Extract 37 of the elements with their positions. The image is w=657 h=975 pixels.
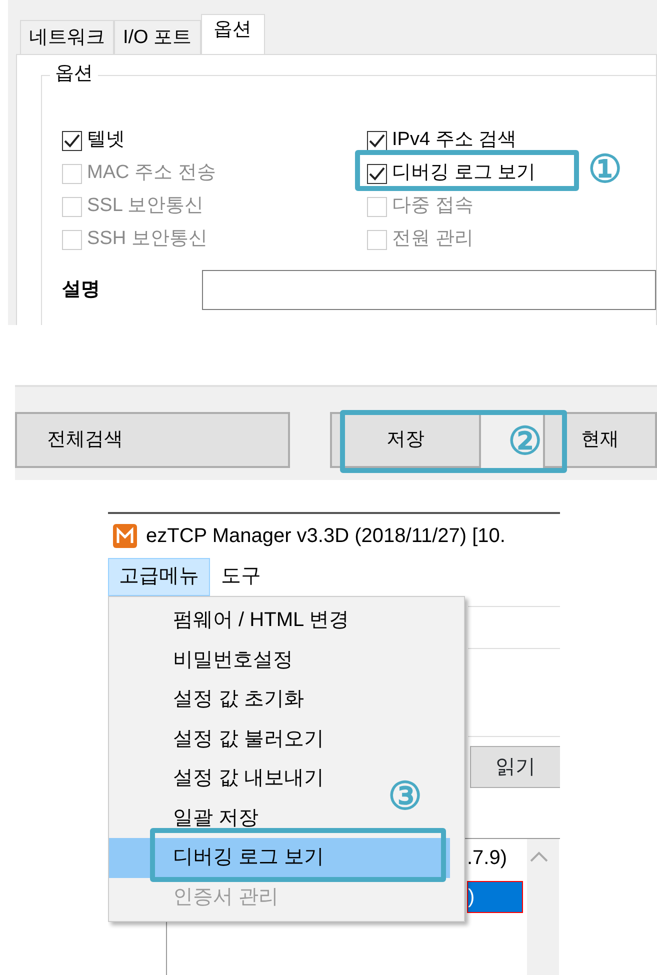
checkbox-label: MAC 주소 전송 [87, 161, 216, 186]
window-button[interactable]: 전체검색 [15, 412, 290, 468]
app-logo-icon [112, 523, 138, 549]
description-label: 설명 [62, 278, 101, 302]
step-number: ③ [388, 778, 422, 816]
checkbox-label: 디버깅 로그 보기 [392, 161, 536, 186]
checkbox[interactable] [62, 130, 82, 150]
window-title: ezTCP Manager v3.3D (2018/11/27) [10. [146, 524, 506, 549]
checkbox[interactable] [367, 130, 387, 150]
window-button[interactable]: 현재 [542, 412, 657, 468]
scroll-up-icon[interactable] [529, 851, 549, 863]
read-button[interactable]: 읽기 [470, 746, 560, 788]
window-button[interactable]: 저장 [330, 412, 481, 468]
menu-bar-item[interactable]: 도구 [210, 558, 272, 596]
list-row[interactable]: ) [467, 881, 523, 913]
step-number: ① [588, 151, 622, 189]
tab[interactable]: 네트워크 [20, 20, 114, 54]
menu-item[interactable]: 비밀번호설정 [109, 640, 293, 680]
menu-item[interactable]: 일괄 저장 [109, 798, 259, 838]
checkbox-label: 다중 접속 [392, 194, 474, 218]
menu-item[interactable]: 설정 값 초기화 [109, 680, 304, 720]
list-row[interactable]: .7.9) [467, 843, 508, 873]
menu-item[interactable]: 설정 값 불러오기 [109, 720, 324, 759]
checkbox-label: IPv4 주소 검색 [392, 128, 517, 152]
menu-item[interactable]: 펌웨어 / HTML 변경 [109, 601, 349, 640]
description-field[interactable] [202, 270, 656, 310]
checkbox-label: 전원 관리 [392, 227, 474, 252]
tab[interactable]: 옵션 [200, 14, 265, 54]
menu-bar-item[interactable]: 고급메뉴 [108, 558, 210, 596]
checkbox-label: 텔넷 [87, 128, 125, 152]
tab[interactable]: I/O 포트 [114, 20, 201, 54]
menu-item[interactable]: 디버깅 로그 보기 [109, 838, 450, 878]
menu-item[interactable]: 설정 값 내보내기 [109, 759, 324, 798]
checkbox-label: SSL 보안통신 [87, 194, 204, 218]
step-number: ② [508, 423, 542, 461]
checkbox-label: SSH 보안통신 [87, 227, 208, 252]
checkbox[interactable] [367, 164, 387, 184]
